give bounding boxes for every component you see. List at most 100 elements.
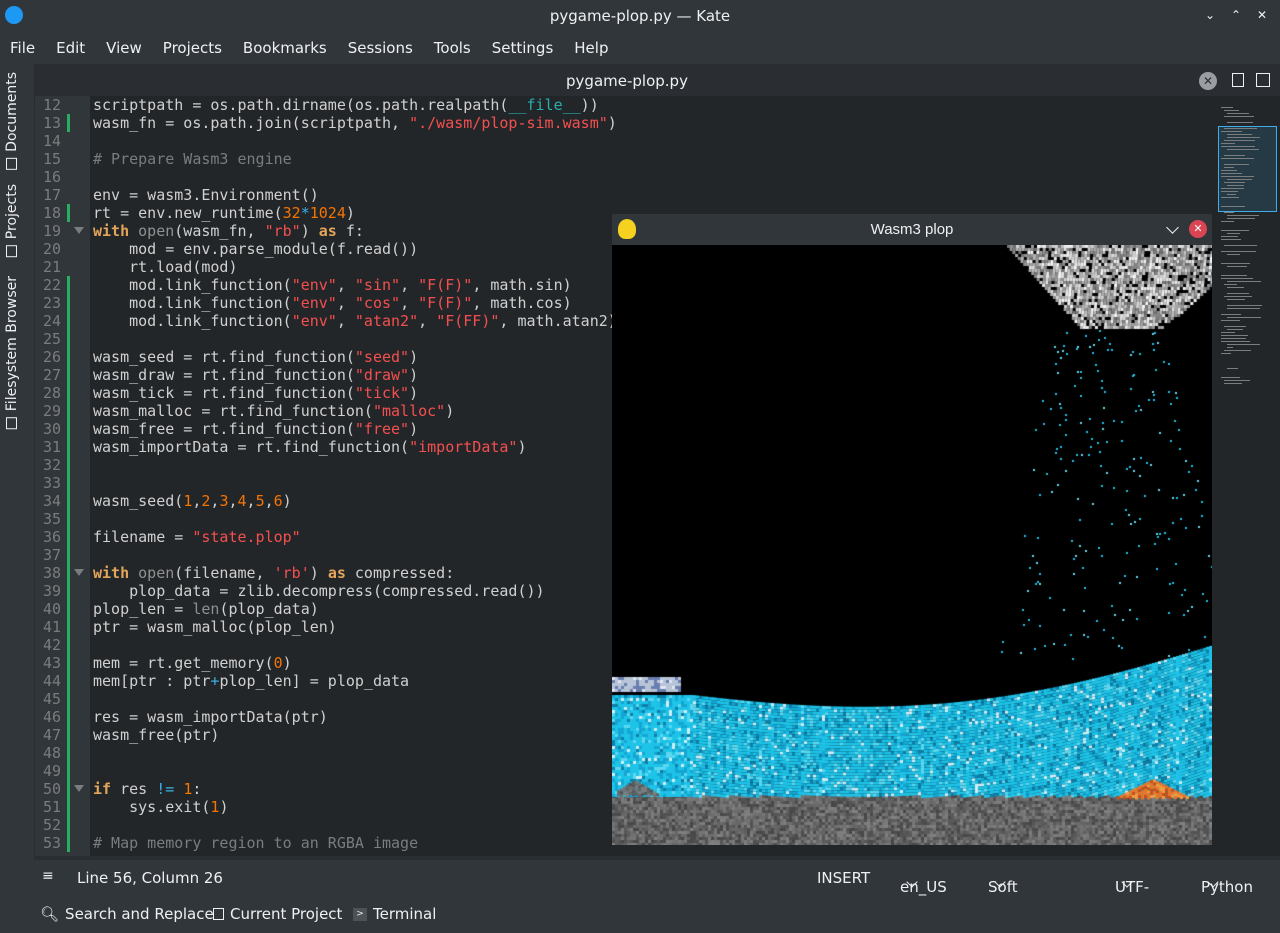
code-line[interactable]: 16 (35, 168, 1215, 186)
status-bar: ≡ Line 56, Column 26 INSERT en_US Soft T… (0, 860, 1280, 932)
tool-label: Search and Replace (65, 905, 214, 923)
sidebar-tab-documents[interactable]: Documents (4, 72, 20, 170)
line-number: 24 (42, 312, 61, 330)
modified-line-marker (67, 564, 70, 582)
modified-line-marker (67, 816, 70, 834)
minimize-button[interactable]: ⌄ (1200, 5, 1220, 25)
minimap-line (1227, 308, 1260, 309)
code-text: with open(wasm_fn, "rb") as f: (93, 222, 364, 240)
minimap-line (1221, 158, 1254, 159)
code-text: # Prepare Wasm3 engine (93, 150, 292, 168)
tab-pygame-plop[interactable]: pygame-plop.py (34, 66, 1220, 96)
minimap-line (1224, 350, 1251, 351)
minimap-line (1221, 191, 1238, 192)
modified-line-marker (67, 366, 70, 384)
wasm3-plop-window[interactable]: Wasm3 plop ✕ (612, 214, 1212, 845)
minimap-line (1227, 218, 1255, 219)
minimap-line (1227, 293, 1249, 294)
modified-line-marker (67, 798, 70, 816)
minimap-line (1221, 188, 1244, 189)
line-number: 22 (42, 276, 61, 294)
menu-edit[interactable]: Edit (46, 39, 96, 57)
menu-projects[interactable]: Projects (153, 39, 233, 57)
menu-sessions[interactable]: Sessions (338, 39, 424, 57)
code-text: plop_data = zlib.decompress(compressed.r… (93, 582, 545, 600)
project-icon (213, 908, 224, 920)
modified-line-marker (67, 672, 70, 690)
minimap-line (1227, 254, 1240, 255)
code-line[interactable]: 15 # Prepare Wasm3 engine (35, 150, 1215, 168)
code-line[interactable]: 13 wasm_fn = os.path.join(scriptpath, "./… (35, 114, 1215, 132)
code-minimap[interactable] (1215, 96, 1280, 856)
sidebar-tab-label: Projects (4, 184, 20, 240)
line-number: 43 (42, 654, 61, 672)
modified-line-marker (67, 780, 70, 798)
line-number: 27 (42, 366, 61, 384)
cursor-position[interactable]: Line 56, Column 26 (77, 869, 223, 887)
minimap-line (1227, 287, 1244, 288)
minimap-viewport[interactable] (1218, 126, 1277, 212)
modified-line-marker (67, 438, 70, 456)
simulation-canvas[interactable] (612, 245, 1212, 845)
line-number: 26 (42, 348, 61, 366)
menu-view[interactable]: View (96, 39, 153, 57)
line-number: 16 (42, 168, 61, 186)
fold-arrow-icon[interactable] (74, 227, 84, 234)
minimap-line (1221, 107, 1233, 108)
input-mode[interactable]: INSERT (817, 869, 870, 887)
code-line[interactable]: 17 env = wasm3.Environment() (35, 186, 1215, 204)
code-line[interactable]: 14 (35, 132, 1215, 150)
line-number: 46 (42, 708, 61, 726)
modified-line-marker (67, 384, 70, 402)
modified-line-marker (67, 600, 70, 618)
current-project-tool[interactable]: Current Project (213, 905, 342, 923)
code-text: env = wasm3.Environment() (93, 186, 319, 204)
menu-tools[interactable]: Tools (424, 39, 482, 57)
close-window-button[interactable]: ✕ (1252, 5, 1272, 25)
line-number: 19 (42, 222, 61, 240)
minimap-line (1227, 179, 1252, 180)
maximize-button[interactable]: ⌃ (1226, 5, 1246, 25)
modified-line-marker (67, 294, 70, 312)
hamburger-icon[interactable]: ≡ (42, 868, 54, 884)
line-number: 17 (42, 186, 61, 204)
fold-arrow-icon[interactable] (74, 785, 84, 792)
menu-settings[interactable]: Settings (482, 39, 565, 57)
close-tab-icon[interactable]: ✕ (1199, 72, 1217, 90)
minimap-line (1221, 239, 1241, 240)
new-document-icon[interactable] (1232, 73, 1244, 87)
minimap-line (1221, 338, 1246, 339)
modified-line-marker (67, 348, 70, 366)
split-view-icon[interactable] (1256, 73, 1270, 87)
code-text: if res != 1: (93, 780, 202, 798)
fold-arrow-icon[interactable] (74, 569, 84, 576)
menu-bookmarks[interactable]: Bookmarks (233, 39, 338, 57)
sidebar-tab-filesystem-browser[interactable]: Filesystem Browser (4, 276, 20, 430)
close-game-window-button[interactable]: ✕ (1189, 220, 1207, 238)
menu-file[interactable]: File (0, 39, 46, 57)
code-text: plop_len = len(plop_data) (93, 600, 319, 618)
minimap-line (1224, 245, 1257, 246)
minimap-line (1227, 215, 1259, 216)
minimap-line (1221, 176, 1254, 177)
modified-line-marker (67, 618, 70, 636)
terminal-tool[interactable]: > Terminal (353, 905, 436, 923)
menu-help[interactable]: Help (564, 39, 619, 57)
sidebar-tab-projects[interactable]: Projects (4, 184, 20, 258)
line-number: 32 (42, 456, 61, 474)
code-line[interactable]: 12 scriptpath = os.path.dirname(os.path.r… (35, 96, 1215, 114)
line-number: 20 (42, 240, 61, 258)
minimap-line (1224, 380, 1250, 381)
minimap-line (1224, 284, 1237, 285)
line-number: 14 (42, 132, 61, 150)
modified-line-marker (67, 546, 70, 564)
line-number: 42 (42, 636, 61, 654)
line-number: 37 (42, 546, 61, 564)
line-number: 29 (42, 402, 61, 420)
minimap-line (1227, 194, 1236, 195)
search-replace-tool[interactable]: 🔍︎ Search and Replace (40, 905, 214, 923)
minimap-line (1227, 368, 1238, 369)
code-text: wasm_malloc = rt.find_function("malloc") (93, 402, 455, 420)
minimap-line (1221, 377, 1240, 378)
minimap-line (1224, 128, 1257, 129)
